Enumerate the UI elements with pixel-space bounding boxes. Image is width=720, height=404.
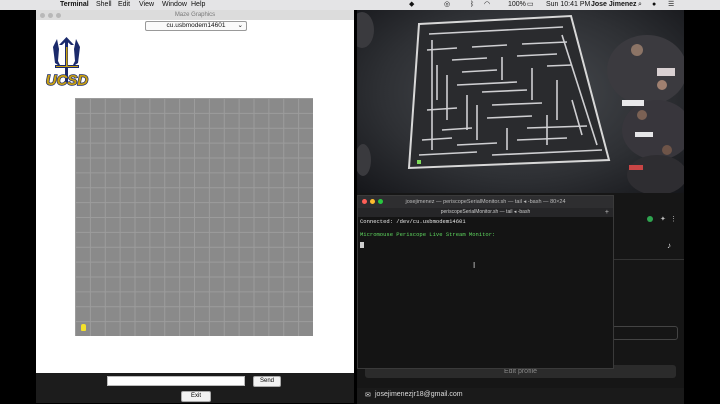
menu-bar: Terminal Shell Edit View Window Help ◆ ◎…: [0, 0, 720, 10]
dropbox-icon[interactable]: ◆: [409, 0, 414, 10]
wifi-icon[interactable]: ◠: [484, 0, 490, 10]
exit-button[interactable]: Exit: [181, 391, 211, 402]
menu-edit[interactable]: Edit: [118, 0, 130, 10]
bell-icon[interactable]: ♪: [667, 241, 671, 250]
mail-icon: ✉: [365, 392, 371, 399]
user-name[interactable]: Jose Jimenez: [591, 0, 637, 10]
search-icon[interactable]: ⌕: [638, 0, 642, 10]
close-button[interactable]: [40, 13, 45, 18]
camera-feed: [357, 10, 684, 193]
spectators: [607, 35, 684, 193]
profile-field[interactable]: [612, 326, 678, 340]
terminal-cursor: [360, 242, 364, 248]
terminal-line-monitor: Micromouse Periscope Live Stream Monitor…: [360, 231, 496, 238]
account-email[interactable]: josejimenezjr18@gmail.com: [375, 391, 463, 398]
menu-window[interactable]: Window: [162, 0, 187, 10]
maze-graphics-window: Maze Graphics cu.usbmodem14601 ⌄ UCSD Se…: [36, 10, 354, 403]
bluetooth-icon[interactable]: ᛒ: [470, 0, 474, 10]
maze-grid: [75, 98, 313, 336]
serial-port-select[interactable]: cu.usbmodem14601 ⌄: [145, 21, 247, 31]
notifications-icon[interactable]: ☰: [668, 0, 674, 10]
window-title: Maze Graphics: [36, 10, 354, 20]
minimize-button[interactable]: [370, 199, 375, 204]
account-bar: ✉ josejimenezjr18@gmail.com: [357, 388, 684, 404]
micromouse-marker: [81, 324, 86, 331]
robot-on-maze: [417, 160, 421, 164]
zoom-button[interactable]: [378, 199, 383, 204]
battery-percent: 100%: [508, 1, 526, 8]
ucsd-logo: UCSD: [45, 37, 89, 89]
clock[interactable]: Sun 10:41 PM: [546, 0, 590, 10]
menu-shell[interactable]: Shell: [96, 0, 112, 10]
close-button[interactable]: [362, 199, 367, 204]
command-input[interactable]: [107, 376, 245, 386]
puzzle-icon[interactable]: ✦: [660, 215, 666, 223]
avatar[interactable]: ●: [652, 0, 656, 10]
terminal-tab[interactable]: periscopeSerialMonitor.sh — tail ◂ -bash: [358, 208, 613, 217]
terminal-title: josejimenez — periscopeSerialMonitor.sh …: [358, 196, 613, 208]
chevron-down-icon: ⌄: [237, 22, 243, 29]
battery-icon[interactable]: ▭: [527, 0, 534, 10]
new-tab-icon[interactable]: +: [605, 208, 609, 217]
terminal-window: josejimenez — periscopeSerialMonitor.sh …: [357, 195, 614, 369]
send-button[interactable]: Send: [253, 376, 281, 387]
spectators-left: [357, 12, 374, 176]
menu-app-name[interactable]: Terminal: [60, 0, 89, 10]
maze-photo: [357, 12, 684, 193]
zoom-button[interactable]: [56, 13, 61, 18]
extension-icon[interactable]: [647, 216, 653, 222]
menu-view[interactable]: View: [139, 0, 154, 10]
maze-board: [407, 14, 611, 170]
more-icon[interactable]: ⋮: [670, 215, 677, 223]
status-icon[interactable]: ◎: [444, 0, 450, 10]
ucsd-logo-text: UCSD: [46, 72, 89, 89]
text-cursor-icon: I: [473, 261, 476, 270]
menu-help[interactable]: Help: [191, 0, 205, 10]
serial-port-value: cu.usbmodem14601: [166, 22, 226, 29]
terminal-line-connected: Connected: /dev/cu.usbmodem14601: [360, 218, 466, 225]
minimize-button[interactable]: [48, 13, 53, 18]
